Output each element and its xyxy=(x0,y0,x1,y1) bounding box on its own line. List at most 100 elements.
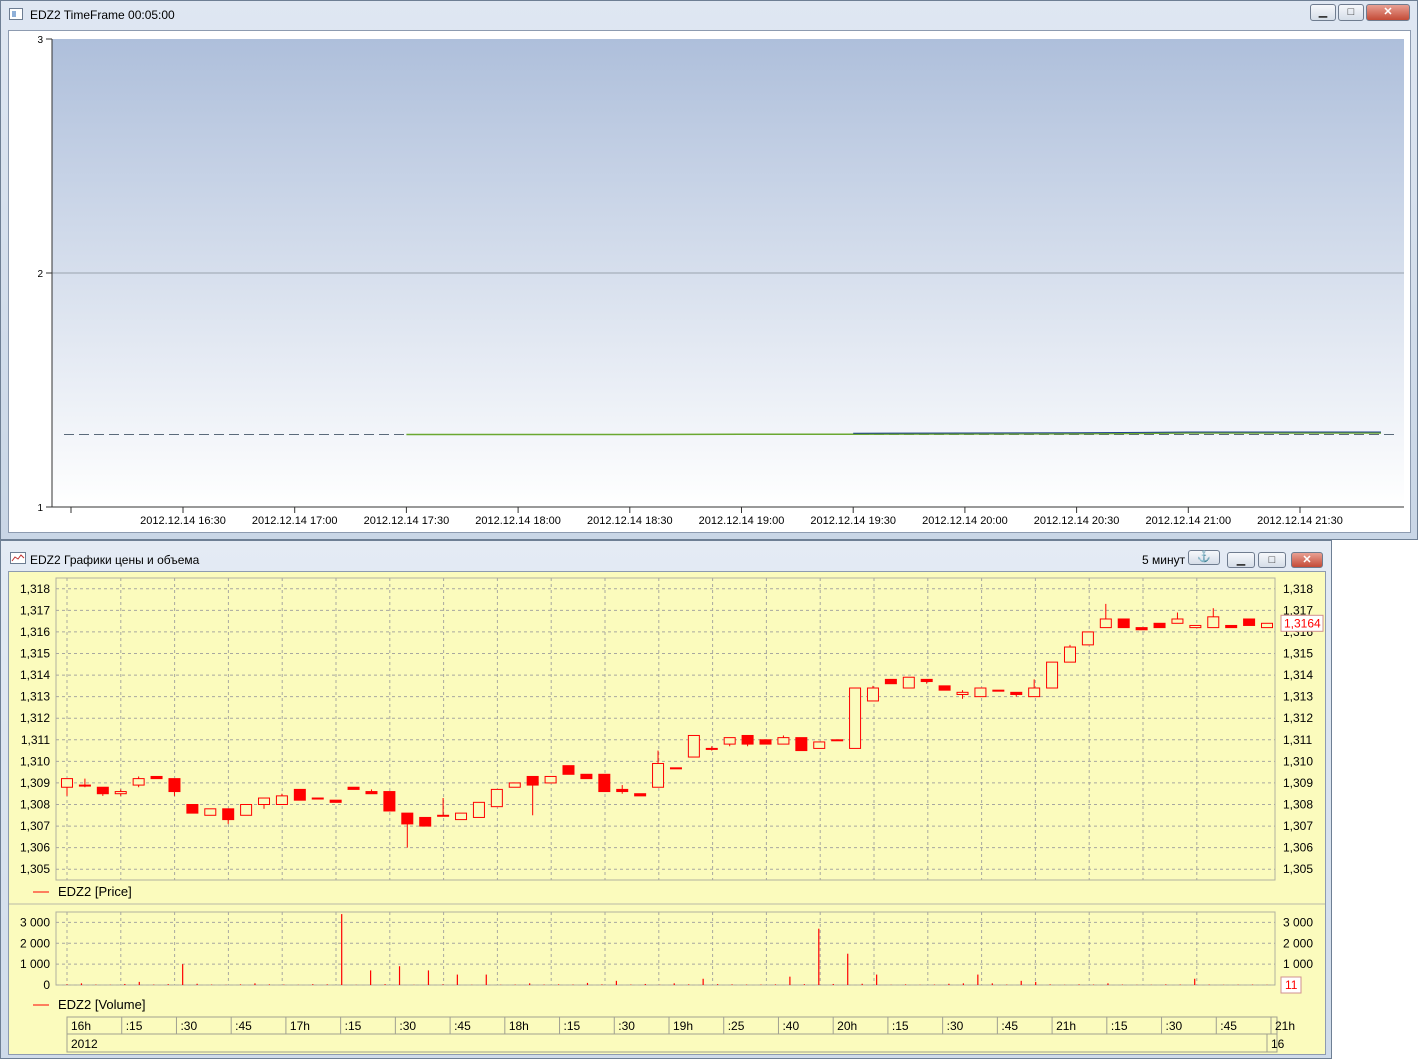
candle-body-up xyxy=(258,797,271,805)
price-tick-label-right: 1,307 xyxy=(1283,819,1313,833)
candle-body-up xyxy=(455,812,468,821)
price-tick-label-left: 1,315 xyxy=(20,647,50,661)
x-tick-label: 2012.12.14 19:00 xyxy=(699,515,785,527)
minimize-button[interactable]: ▁ xyxy=(1310,4,1336,21)
title-bar[interactable]: EDZ2 Графики цены и объема 5 минут ⚓ ▁ □… xyxy=(1,541,1331,569)
candle-body-up xyxy=(132,778,145,786)
time-axis-label: :45 xyxy=(235,1019,252,1033)
candle-body-down xyxy=(419,816,432,827)
candle xyxy=(293,788,306,801)
x-tick-label: 2012.12.14 21:00 xyxy=(1145,515,1231,527)
candle-body-down xyxy=(78,784,91,787)
candle xyxy=(1189,624,1202,629)
candle-body-down xyxy=(634,793,647,797)
candle-body-up xyxy=(956,691,969,695)
time-axis-label: 16h xyxy=(71,1019,91,1033)
candle-body-up xyxy=(114,791,127,795)
price-tick-label-right: 1,311 xyxy=(1283,733,1312,747)
candle xyxy=(168,778,181,796)
candle-body-up xyxy=(849,687,862,749)
candle xyxy=(580,773,593,780)
time-axis-label: :45 xyxy=(1220,1019,1237,1033)
price-volume-chart: 1,318 1,3181,317 1,3171,316 1,3161,315 1,315… xyxy=(9,577,1325,1053)
title-bar[interactable]: EDZ2 TimeFrame 00:05:00 ▁ □ ✕ xyxy=(1,1,1417,29)
volume-plot-frame xyxy=(55,911,1276,986)
candle-body-down xyxy=(616,788,629,793)
candle xyxy=(705,746,718,751)
candle-body-down xyxy=(1153,622,1166,629)
x-tick-label: 2012.12.14 20:30 xyxy=(1034,515,1120,527)
candle-body-up xyxy=(1028,687,1041,698)
candle xyxy=(544,775,557,784)
interval-label[interactable]: 5 минут xyxy=(1142,553,1185,567)
time-axis-label: 21h xyxy=(1056,1019,1076,1033)
price-tick-label-left: 1,306 xyxy=(20,841,50,855)
price-tick-label-left: 1,311 xyxy=(21,733,50,747)
minimize-button[interactable]: ▁ xyxy=(1227,552,1255,568)
candle xyxy=(1063,644,1076,663)
candle-body-up xyxy=(866,687,879,702)
candle-body-down xyxy=(1243,618,1256,626)
candle-body-down xyxy=(293,788,306,801)
candle xyxy=(652,750,665,788)
volume-tick-label-right: 3 000 xyxy=(1283,915,1313,929)
candle xyxy=(616,785,629,794)
candle xyxy=(1081,631,1094,646)
maximize-button[interactable]: □ xyxy=(1258,552,1286,568)
maximize-button[interactable]: □ xyxy=(1338,4,1364,21)
candle-body-up xyxy=(1261,622,1273,629)
candle-body-down xyxy=(705,747,718,750)
candle xyxy=(1046,661,1059,689)
candle xyxy=(258,797,271,809)
candle xyxy=(634,793,647,797)
candle xyxy=(902,676,915,689)
anchor-button[interactable]: ⚓ xyxy=(1188,550,1220,565)
candle-body-up xyxy=(204,808,217,816)
candle xyxy=(992,689,1005,692)
candle xyxy=(222,808,235,824)
candle xyxy=(598,773,611,793)
price-tick-label-right: 1,305 xyxy=(1283,862,1313,876)
time-axis-label: :40 xyxy=(782,1019,799,1033)
window-title: EDZ2 Графики цены и объема xyxy=(30,553,200,567)
candle xyxy=(365,789,378,795)
close-button[interactable]: ✕ xyxy=(1291,552,1323,568)
candle xyxy=(490,788,503,808)
candle-body-down xyxy=(222,808,235,821)
time-axis-label: :15 xyxy=(1111,1019,1128,1033)
price-volume-window: EDZ2 Графики цены и объема 5 минут ⚓ ▁ □… xyxy=(0,540,1332,1059)
candle-body-down xyxy=(526,775,539,786)
price-tick-label-right: 1,318 xyxy=(1283,582,1313,596)
candle xyxy=(150,775,163,780)
price-tick-label-left: 1,309 xyxy=(20,776,50,790)
price-tick-label-left: 1,305 xyxy=(20,862,50,876)
price-tick-label-right: 1,313 xyxy=(1283,690,1313,704)
close-button[interactable]: ✕ xyxy=(1366,4,1410,21)
candle xyxy=(204,808,217,816)
candle-body-down xyxy=(96,786,109,795)
candle-body-down xyxy=(992,689,1005,692)
candle-body-up xyxy=(1207,616,1220,629)
price-tick-label-left: 1,308 xyxy=(20,798,50,812)
candle xyxy=(1225,624,1238,629)
x-tick-label: 2012.12.14 18:00 xyxy=(475,515,561,527)
y-tick-label: 3 xyxy=(37,35,43,46)
candle-body-down xyxy=(741,734,754,745)
price-tick-label-right: 1,309 xyxy=(1283,776,1313,790)
candle xyxy=(401,812,414,848)
x-tick-label: 2012.12.14 17:00 xyxy=(252,515,338,527)
candle xyxy=(777,735,790,745)
candle xyxy=(455,812,468,821)
candle xyxy=(974,687,987,698)
candle-body-up xyxy=(1171,618,1184,624)
candle xyxy=(795,737,808,752)
volume-tick-label-left: 0 xyxy=(43,978,50,992)
time-axis-label: 19h xyxy=(673,1019,693,1033)
candle xyxy=(1153,622,1166,629)
candle xyxy=(114,789,127,796)
candle xyxy=(275,793,288,806)
price-tick-label-right: 1,306 xyxy=(1283,841,1313,855)
candle xyxy=(96,786,109,796)
candle xyxy=(419,816,432,827)
timeframe-chart: 3 2 1 2012.12.14 16:30 2012.12.14 17:00 2012.… xyxy=(37,35,1404,527)
